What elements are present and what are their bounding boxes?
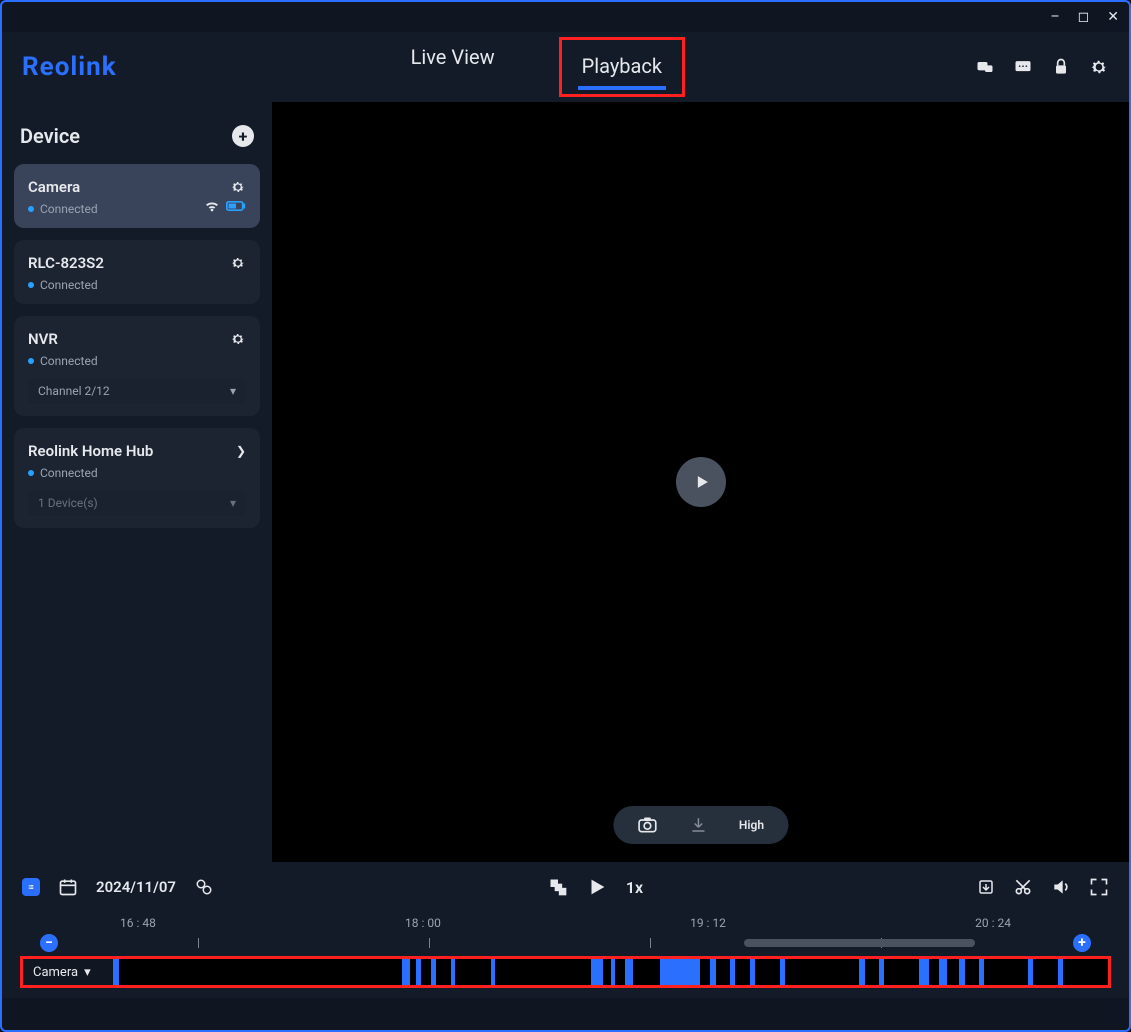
snapshot-icon[interactable] — [637, 816, 657, 834]
chevron-down-icon: ▾ — [230, 496, 236, 510]
tab-live-view[interactable]: Live View — [407, 37, 499, 97]
timeline-label: 18 : 00 — [405, 916, 441, 930]
volume-icon[interactable] — [1051, 877, 1071, 897]
device-status: Connected — [40, 466, 98, 480]
app-header: Reolink Live View Playback — [2, 32, 1129, 102]
play-button[interactable] — [676, 457, 726, 507]
highlight-playback-tab: Playback — [559, 37, 685, 97]
device-card-rlc[interactable]: RLC-823S2 Connected — [14, 240, 260, 304]
device-sidebar: Device + Camera Connected RLC-823S2 — [2, 102, 272, 862]
window-minimize-button[interactable]: – — [1050, 9, 1059, 25]
timeline-zoom-in[interactable]: + — [1073, 934, 1091, 952]
status-dot-icon — [28, 470, 34, 476]
device-card-camera[interactable]: Camera Connected — [14, 164, 260, 228]
device-settings-icon[interactable] — [230, 179, 246, 195]
device-name: NVR — [28, 330, 58, 348]
calendar-icon[interactable] — [58, 877, 78, 897]
video-viewer[interactable]: High — [272, 102, 1129, 862]
brand-logo: Reolink — [22, 52, 117, 82]
tab-playback[interactable]: Playback — [578, 46, 666, 90]
channel-label: Channel 2/12 — [38, 384, 110, 398]
add-device-button[interactable]: + — [232, 125, 254, 147]
device-count-selector[interactable]: 1 Device(s) ▾ — [28, 490, 246, 516]
window-close-button[interactable]: ✕ — [1107, 9, 1119, 25]
clip-icon[interactable] — [1013, 877, 1033, 897]
chevron-down-icon: ▾ — [230, 384, 236, 398]
settings-icon[interactable] — [1089, 57, 1109, 77]
fullscreen-icon[interactable] — [1089, 877, 1109, 897]
device-card-nvr[interactable]: NVR Connected Channel 2/12 ▾ — [14, 316, 260, 416]
play-icon[interactable] — [586, 876, 608, 898]
timeline-label: 20 : 24 — [975, 916, 1011, 930]
add-device-icon[interactable] — [975, 57, 995, 77]
battery-icon — [226, 200, 246, 212]
device-name: Camera — [28, 178, 80, 196]
sidebar-title: Device — [20, 124, 80, 148]
playback-date[interactable]: 2024/11/07 — [96, 878, 176, 896]
channel-selector[interactable]: Channel 2/12 ▾ — [28, 378, 246, 404]
wifi-icon — [204, 199, 220, 213]
quality-button[interactable]: High — [739, 818, 764, 832]
export-icon[interactable] — [977, 878, 995, 896]
timeline: 16 : 48 18 : 00 19 : 12 20 : 24 − + Came… — [2, 908, 1129, 998]
multi-play-icon[interactable] — [548, 877, 568, 897]
window-titlebar: – ◻ ✕ — [2, 2, 1129, 32]
device-settings-icon[interactable] — [230, 255, 246, 271]
lock-icon[interactable] — [1051, 57, 1071, 77]
device-status: Connected — [40, 354, 98, 368]
chevron-down-icon: ▾ — [84, 965, 91, 980]
device-card-home-hub[interactable]: Reolink Home Hub ❯ Connected 1 Device(s)… — [14, 428, 260, 528]
playback-speed[interactable]: 1x — [626, 878, 643, 897]
list-view-icon[interactable] — [22, 878, 40, 896]
device-name: RLC-823S2 — [28, 254, 104, 272]
device-settings-icon[interactable] — [230, 331, 246, 347]
recording-track[interactable] — [113, 959, 1108, 985]
track-camera-selector[interactable]: Camera ▾ — [23, 959, 113, 985]
message-icon[interactable] — [1013, 57, 1033, 77]
chevron-right-icon[interactable]: ❯ — [236, 444, 246, 458]
timeline-zoom-out[interactable]: − — [40, 934, 58, 952]
viewer-toolbar: High — [613, 806, 788, 844]
status-dot-icon — [28, 282, 34, 288]
timeline-label: 16 : 48 — [120, 916, 156, 930]
device-status: Connected — [40, 278, 98, 292]
device-status: Connected — [40, 202, 98, 216]
highlight-timeline-track: Camera ▾ — [20, 956, 1111, 988]
timeline-ruler[interactable]: − + — [40, 934, 1091, 952]
playback-controls: 2024/11/07 1x — [2, 862, 1129, 908]
download-icon[interactable] — [689, 816, 707, 834]
timeline-scroll-thumb[interactable] — [744, 939, 975, 947]
main-tabs: Live View Playback — [117, 37, 975, 97]
status-dot-icon — [28, 358, 34, 364]
window-maximize-button[interactable]: ◻ — [1078, 9, 1090, 25]
track-name: Camera — [33, 965, 78, 980]
device-name: Reolink Home Hub — [28, 442, 153, 460]
device-count-label: 1 Device(s) — [38, 496, 98, 510]
status-dot-icon — [28, 206, 34, 212]
filter-icon[interactable] — [194, 878, 214, 896]
timeline-label: 19 : 12 — [690, 916, 726, 930]
